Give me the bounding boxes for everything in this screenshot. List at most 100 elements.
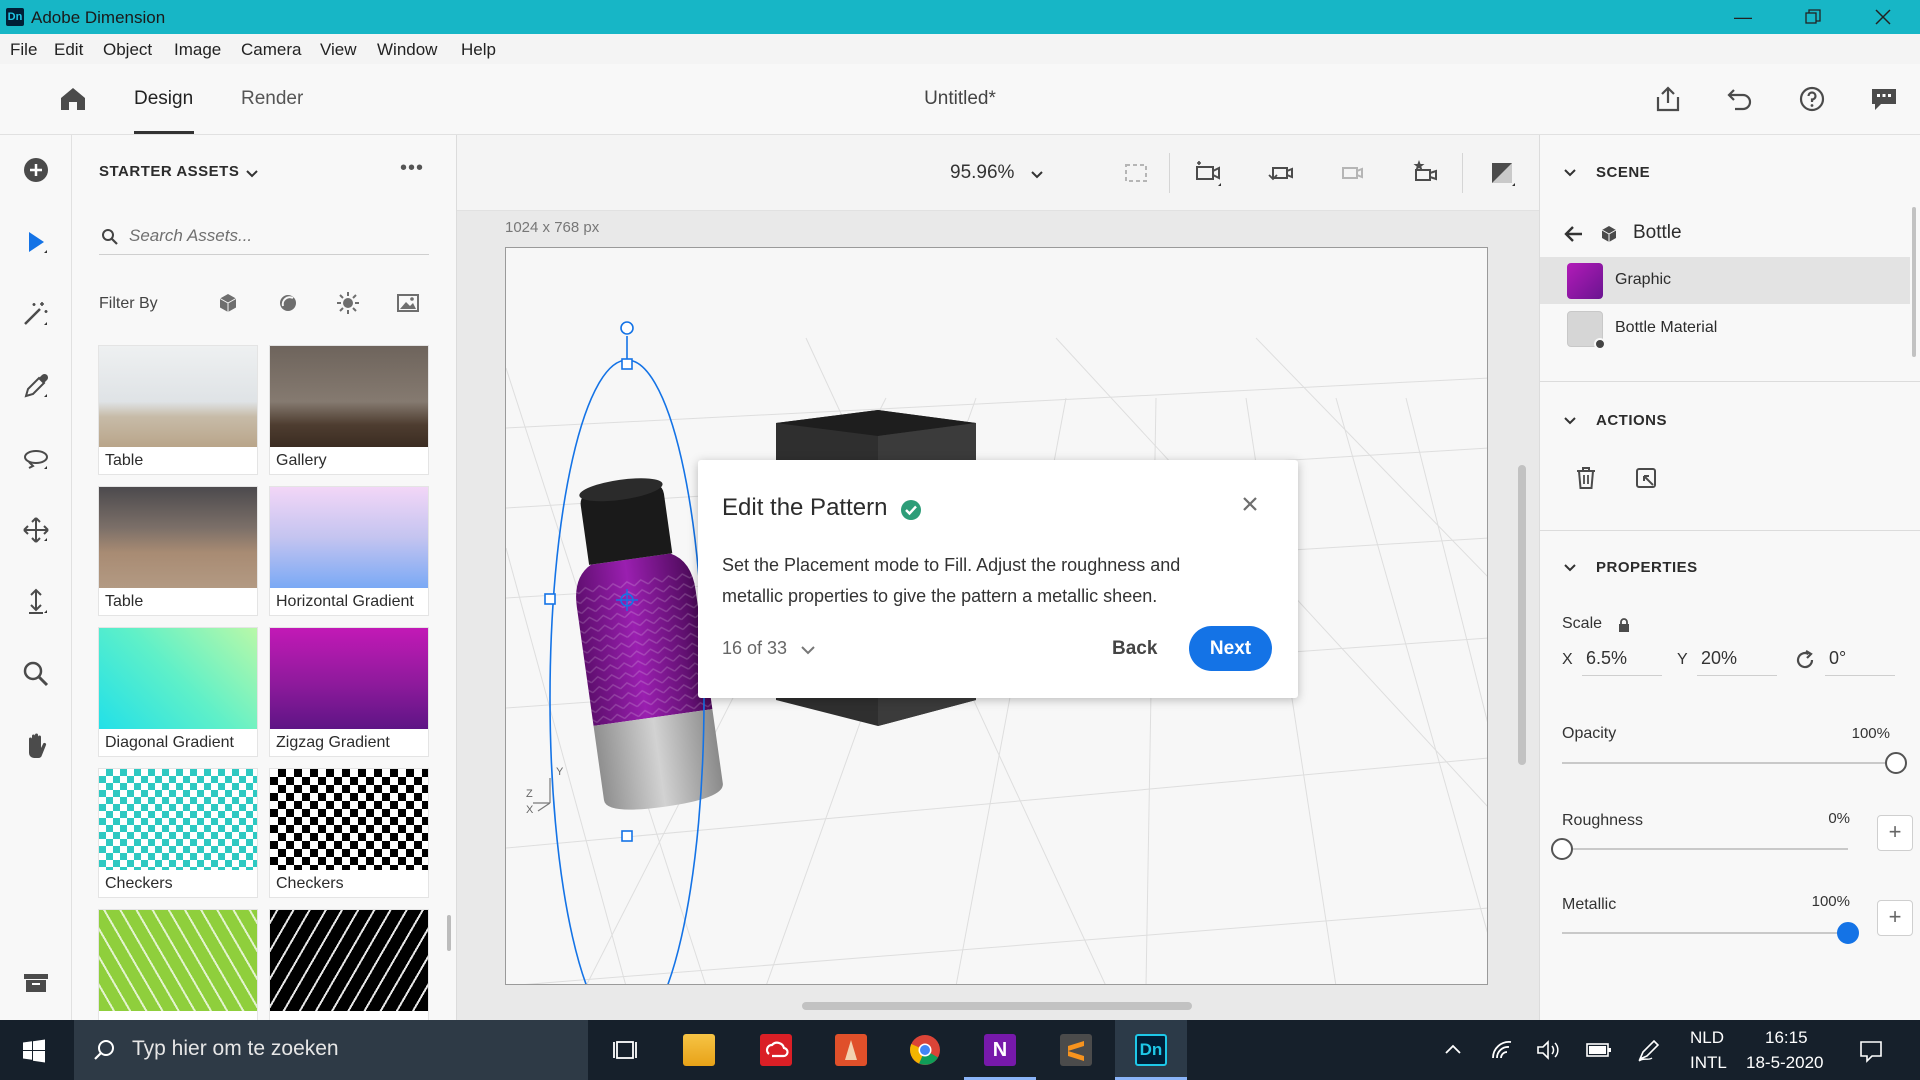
camera-frame-icon[interactable] [1192, 157, 1224, 189]
add-icon[interactable] [20, 154, 52, 186]
pen-icon[interactable] [1636, 1037, 1662, 1063]
canvas-horizontal-scrollbar[interactable] [802, 1002, 1192, 1010]
light-filter-icon[interactable] [335, 290, 361, 316]
scene-item-graphic[interactable]: Graphic [1540, 257, 1910, 304]
scale-y-field[interactable]: 20% [1697, 644, 1777, 676]
search-assets-field[interactable] [99, 219, 429, 255]
taskbar-onenote[interactable]: N [964, 1020, 1036, 1080]
assets-header[interactable]: STARTER ASSETS [99, 163, 239, 180]
menu-help[interactable]: Help [461, 40, 496, 60]
keyboard-layout-indicator[interactable]: INTL [1690, 1053, 1727, 1073]
canvas-vertical-scrollbar[interactable] [1518, 465, 1526, 765]
help-icon[interactable] [1797, 84, 1827, 114]
wifi-icon[interactable] [1490, 1038, 1516, 1062]
properties-header[interactable]: PROPERTIES [1596, 559, 1698, 576]
roughness-add-button[interactable]: + [1877, 815, 1913, 851]
panel-toggle-icon[interactable] [20, 967, 52, 999]
restore-button[interactable] [1790, 2, 1836, 32]
asset-card[interactable]: Checkers [269, 768, 429, 898]
chevron-down-icon[interactable] [798, 640, 818, 660]
language-indicator[interactable]: NLD [1690, 1028, 1724, 1048]
chevron-down-icon[interactable] [1562, 413, 1578, 429]
eyedropper-icon[interactable] [20, 370, 52, 402]
notifications-icon[interactable] [1858, 1038, 1884, 1064]
rotation-field[interactable]: 0° [1825, 644, 1895, 676]
image-filter-icon[interactable] [395, 290, 421, 316]
select-tool-icon[interactable] [20, 226, 52, 258]
windows-start-icon[interactable] [22, 1039, 46, 1063]
taskbar-file-explorer[interactable] [663, 1020, 735, 1080]
camera-redo-icon[interactable] [1337, 157, 1369, 189]
battery-icon[interactable] [1585, 1040, 1613, 1060]
menu-edit[interactable]: Edit [54, 40, 83, 60]
close-window-button[interactable] [1860, 2, 1906, 32]
more-options-icon[interactable]: ••• [400, 157, 424, 180]
asset-card[interactable]: Zigzag Gradient [269, 627, 429, 757]
taskbar-search[interactable]: Typ hier om te zoeken [74, 1020, 588, 1080]
metallic-slider[interactable] [1562, 922, 1859, 944]
asset-card[interactable]: Checkers [98, 768, 258, 898]
camera-bookmark-icon[interactable] [1409, 157, 1441, 189]
menu-object[interactable]: Object [103, 40, 152, 60]
menu-camera[interactable]: Camera [241, 40, 301, 60]
place-graphic-icon[interactable] [1633, 465, 1659, 491]
chevron-down-icon[interactable] [244, 166, 260, 182]
scene-scrollbar[interactable] [1912, 207, 1916, 357]
menu-file[interactable]: File [10, 40, 37, 60]
next-button[interactable]: Next [1189, 626, 1272, 671]
render-preview-icon[interactable] [1486, 157, 1518, 189]
back-button[interactable]: Back [1112, 638, 1157, 660]
scene-item-bottle-material[interactable]: Bottle Material [1540, 305, 1910, 352]
material-filter-icon[interactable] [275, 290, 301, 316]
hand-tool-icon[interactable] [20, 730, 52, 762]
menu-image[interactable]: Image [174, 40, 221, 60]
asset-card[interactable] [269, 909, 429, 1020]
export-icon[interactable] [1653, 84, 1683, 114]
taskbar-creative-cloud[interactable] [740, 1020, 812, 1080]
taskbar-chrome[interactable] [889, 1020, 961, 1080]
slider-knob[interactable] [1551, 838, 1573, 860]
scene-header[interactable]: SCENE [1596, 164, 1650, 181]
orbit-tool-icon[interactable] [20, 442, 52, 474]
lock-icon[interactable] [1617, 617, 1631, 633]
asset-card[interactable]: Table [98, 345, 258, 475]
minimize-button[interactable]: — [1720, 2, 1766, 32]
undo-icon[interactable] [1725, 84, 1755, 114]
magic-wand-icon[interactable] [20, 298, 52, 330]
menu-window[interactable]: Window [377, 40, 437, 60]
camera-undo-icon[interactable] [1265, 157, 1297, 189]
taskbar-sublime[interactable] [1040, 1020, 1112, 1080]
slider-knob[interactable] [1885, 752, 1907, 774]
dolly-tool-icon[interactable] [20, 586, 52, 618]
model-filter-icon[interactable] [215, 290, 241, 316]
roughness-slider[interactable] [1551, 838, 1848, 860]
assets-scrollbar[interactable] [447, 915, 451, 951]
task-view-button[interactable] [588, 1020, 660, 1080]
opacity-slider[interactable] [1562, 752, 1907, 774]
chevron-down-icon[interactable] [1562, 165, 1578, 181]
zoom-tool-icon[interactable] [20, 658, 52, 690]
zoom-level[interactable]: 95.96% [950, 162, 1014, 184]
volume-icon[interactable] [1535, 1038, 1561, 1062]
asset-card[interactable]: Table [98, 486, 258, 616]
back-arrow-icon[interactable] [1562, 222, 1586, 246]
feedback-icon[interactable] [1869, 84, 1899, 114]
chevron-up-icon[interactable] [1443, 1040, 1463, 1060]
zoom-chevron-down-icon[interactable] [1029, 167, 1045, 183]
taskbar-dimension[interactable]: Dn [1115, 1020, 1187, 1080]
trash-icon[interactable] [1573, 465, 1599, 491]
pan-tool-icon[interactable] [20, 514, 52, 546]
frame-selection-icon[interactable] [1120, 157, 1152, 189]
clock-time[interactable]: 16:15 [1765, 1028, 1808, 1048]
menu-view[interactable]: View [320, 40, 357, 60]
step-counter[interactable]: 16 of 33 [722, 638, 787, 659]
close-icon[interactable] [1236, 490, 1264, 518]
asset-card[interactable]: Gallery [269, 345, 429, 475]
chevron-down-icon[interactable] [1562, 560, 1578, 576]
clock-date[interactable]: 18-5-2020 [1746, 1053, 1824, 1073]
scale-x-field[interactable]: 6.5% [1582, 644, 1662, 676]
asset-card[interactable]: Diagonal Gradient [98, 627, 258, 757]
asset-card[interactable]: Horizontal Gradient [269, 486, 429, 616]
rotate-icon[interactable] [1793, 648, 1817, 672]
taskbar-app-orange[interactable] [815, 1020, 887, 1080]
